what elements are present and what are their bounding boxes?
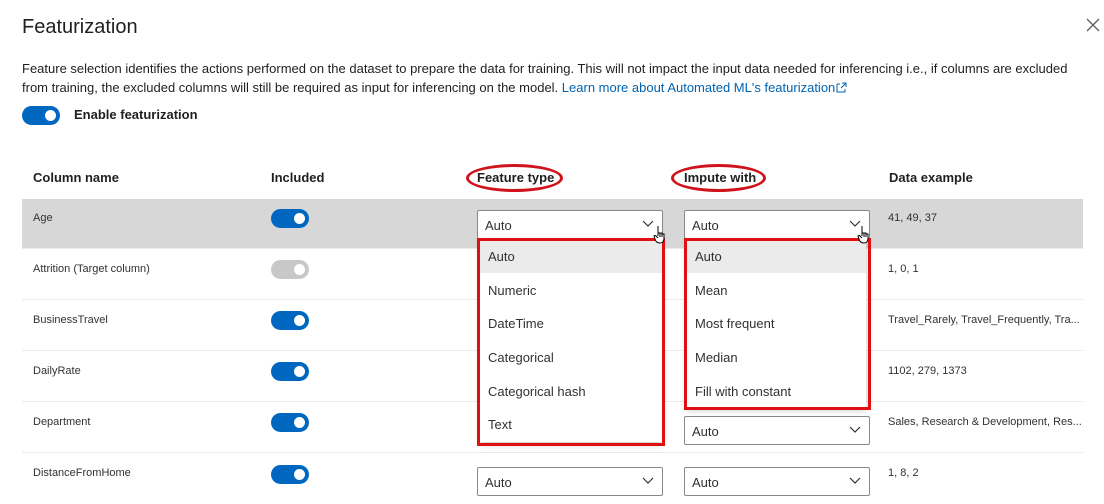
header-included: Included xyxy=(271,170,325,185)
column-name: Attrition (Target column) xyxy=(33,263,150,275)
included-toggle[interactable] xyxy=(271,311,309,330)
toggle-knob xyxy=(294,315,305,326)
toggle-knob xyxy=(294,264,305,275)
data-example: 1, 8, 2 xyxy=(888,467,919,479)
enable-featurization-label: Enable featurization xyxy=(74,107,198,122)
column-name: DistanceFromHome xyxy=(33,467,131,479)
impute-with-dropdown[interactable]: Auto xyxy=(684,210,870,239)
column-name: BusinessTravel xyxy=(33,314,108,326)
column-name: DailyRate xyxy=(33,365,81,377)
impute-with-dropdown[interactable]: Auto xyxy=(684,416,870,445)
hand-cursor-icon xyxy=(653,226,665,244)
enable-featurization-toggle[interactable] xyxy=(22,106,60,125)
header-column-name: Column name xyxy=(33,170,119,185)
dialog-title: Featurization xyxy=(22,16,138,38)
dropdown-value: Auto xyxy=(692,218,719,233)
data-example: 1, 0, 1 xyxy=(888,263,919,275)
toggle-knob xyxy=(45,110,56,121)
included-toggle[interactable] xyxy=(271,413,309,432)
data-example: Sales, Research & Development, Res... xyxy=(888,416,1082,428)
chevron-down-icon xyxy=(849,477,861,484)
description-text: Feature selection identifies the actions… xyxy=(22,61,1068,95)
included-toggle[interactable] xyxy=(271,465,309,484)
included-toggle[interactable] xyxy=(271,362,309,381)
annotation-box xyxy=(477,238,665,446)
toggle-knob xyxy=(294,469,305,480)
dropdown-value: Auto xyxy=(485,475,512,490)
feature-type-dropdown[interactable]: Auto xyxy=(477,210,663,239)
impute-with-dropdown[interactable]: Auto xyxy=(684,467,870,496)
hand-cursor-icon xyxy=(857,226,869,244)
data-example: 41, 49, 37 xyxy=(888,212,937,224)
data-example: Travel_Rarely, Travel_Frequently, Tra... xyxy=(888,314,1080,326)
chevron-down-icon xyxy=(849,426,861,433)
dialog-description: Feature selection identifies the actions… xyxy=(22,59,1086,97)
feature-type-dropdown[interactable]: Auto xyxy=(477,467,663,496)
included-toggle-disabled xyxy=(271,260,309,279)
close-icon[interactable] xyxy=(1082,14,1104,36)
toggle-knob xyxy=(294,213,305,224)
annotation-ellipse xyxy=(466,164,563,192)
toggle-knob xyxy=(294,417,305,428)
dropdown-value: Auto xyxy=(692,424,719,439)
annotation-ellipse xyxy=(671,164,766,192)
dropdown-value: Auto xyxy=(692,475,719,490)
chevron-down-icon xyxy=(642,477,654,484)
learn-more-link[interactable]: Learn more about Automated ML's featuriz… xyxy=(562,80,847,95)
included-toggle[interactable] xyxy=(271,209,309,228)
column-name: Department xyxy=(33,416,91,428)
external-link-icon xyxy=(836,82,847,93)
column-name: Age xyxy=(33,212,53,224)
toggle-knob xyxy=(294,366,305,377)
annotation-box xyxy=(684,238,871,410)
header-data-example: Data example xyxy=(889,170,973,185)
dropdown-value: Auto xyxy=(485,218,512,233)
data-example: 1102, 279, 1373 xyxy=(888,365,967,377)
